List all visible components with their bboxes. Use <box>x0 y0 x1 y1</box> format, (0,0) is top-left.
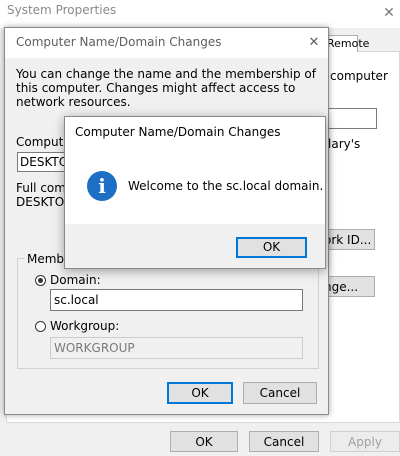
domain-radio[interactable] <box>35 275 46 286</box>
message-box-ok-button[interactable]: OK <box>236 237 307 258</box>
computer-name-ok-button[interactable]: OK <box>167 382 233 404</box>
domain-radio-label[interactable]: Domain: <box>50 273 101 287</box>
example-text-fragment: lary's <box>328 137 361 151</box>
message-box-title: Computer Name/Domain Changes <box>75 125 281 139</box>
computer-name-titlebar: Computer Name/Domain Changes ✕ <box>5 28 328 58</box>
computer-name-description: You can change the name and the membersh… <box>16 67 316 109</box>
welcome-message-box: Computer Name/Domain Changes i Welcome t… <box>64 116 326 269</box>
workgroup-input[interactable]: WORKGROUP <box>50 337 303 359</box>
info-icon: i <box>87 171 117 201</box>
computer-description-fragment: computer <box>330 69 388 83</box>
message-box-titlebar: Computer Name/Domain Changes <box>65 117 325 147</box>
system-properties-ok-button[interactable]: OK <box>170 431 238 452</box>
workgroup-radio-label[interactable]: Workgroup: <box>50 319 119 333</box>
computer-name-dialog-title: Computer Name/Domain Changes <box>16 35 222 49</box>
system-properties-titlebar: System Properties ✕ <box>0 0 400 28</box>
computer-description-input[interactable] <box>325 108 377 129</box>
domain-input[interactable]: sc.local <box>50 289 303 311</box>
radio-selected-dot <box>38 278 43 283</box>
message-box-text: Welcome to the sc.local domain. <box>128 179 324 193</box>
system-properties-title: System Properties <box>7 3 117 17</box>
close-icon[interactable]: ✕ <box>378 2 400 24</box>
workgroup-radio[interactable] <box>35 321 46 332</box>
close-icon[interactable]: ✕ <box>304 33 324 53</box>
computer-name-cancel-button[interactable]: Cancel <box>243 382 317 404</box>
tab-remote[interactable]: Remote <box>326 35 369 52</box>
system-properties-apply-button[interactable]: Apply <box>330 431 400 452</box>
system-properties-cancel-button[interactable]: Cancel <box>249 431 319 452</box>
